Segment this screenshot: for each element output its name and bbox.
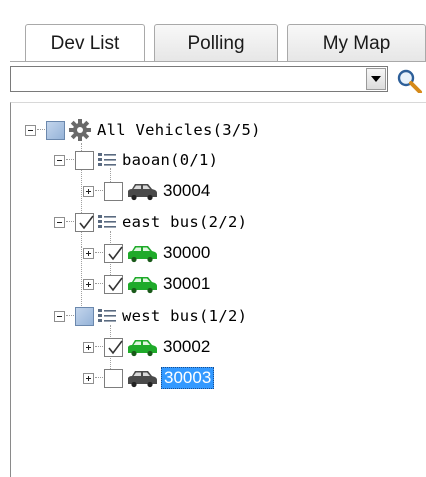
search-input[interactable] xyxy=(10,66,388,92)
expand-icon[interactable] xyxy=(83,341,94,353)
group-label: west bus(1/2) xyxy=(122,307,248,325)
checkmark-icon xyxy=(79,215,94,229)
expand-icon[interactable] xyxy=(83,372,94,384)
search-bar xyxy=(10,66,426,93)
tree-connector xyxy=(95,252,103,254)
tree-connector xyxy=(66,315,74,317)
expand-icon[interactable] xyxy=(83,185,94,197)
group-checkbox[interactable] xyxy=(75,306,94,326)
list-icon xyxy=(98,215,116,228)
collapse-icon[interactable] xyxy=(25,124,36,136)
tree-group-baoan[interactable]: baoan(0/1) xyxy=(54,145,218,175)
tree-connector xyxy=(66,221,74,223)
list-icon xyxy=(98,309,116,322)
tree-connector xyxy=(66,159,74,161)
list-icon xyxy=(98,153,116,166)
search-dropdown-button[interactable] xyxy=(366,68,386,90)
collapse-icon[interactable] xyxy=(54,216,65,228)
expand-icon[interactable] xyxy=(83,247,94,259)
group-label: baoan(0/1) xyxy=(122,151,219,169)
tree-connector xyxy=(37,129,45,131)
tree-vehicle-30004[interactable]: 30004 xyxy=(83,176,210,206)
root-checkbox[interactable] xyxy=(46,120,65,140)
tree-connector xyxy=(95,190,103,192)
group-checkbox[interactable] xyxy=(75,150,94,170)
car-offline-icon xyxy=(128,371,157,388)
tree-connector xyxy=(95,346,103,348)
vehicle-label: 30004 xyxy=(163,181,211,200)
checkmark-icon xyxy=(108,340,123,354)
search-icon[interactable] xyxy=(394,67,426,93)
vehicle-label: 30002 xyxy=(163,337,211,356)
group-checkbox[interactable] xyxy=(75,212,94,232)
car-offline-icon xyxy=(128,184,157,201)
tree-root-node[interactable]: All Vehicles(3/5) xyxy=(25,115,261,145)
collapse-icon[interactable] xyxy=(54,154,65,166)
car-online-icon xyxy=(128,246,157,263)
car-online-icon xyxy=(128,277,157,294)
group-label: east bus(2/2) xyxy=(122,213,248,231)
vehicle-checkbox[interactable] xyxy=(104,243,123,263)
tree-connector xyxy=(95,283,103,285)
vehicle-label: 30000 xyxy=(163,243,211,262)
checkmark-icon xyxy=(108,246,123,260)
tree-vehicle-30003[interactable]: 30003 xyxy=(83,363,215,393)
tab-dev-list[interactable]: Dev List xyxy=(25,24,145,62)
tab-polling[interactable]: Polling xyxy=(154,24,278,62)
collapse-icon[interactable] xyxy=(54,310,65,322)
tree-vehicle-30000[interactable]: 30000 xyxy=(83,238,210,268)
tree-connector xyxy=(95,377,103,379)
tree-vehicle-30002[interactable]: 30002 xyxy=(83,332,210,362)
tree-vehicle-30001[interactable]: 30001 xyxy=(83,269,210,299)
gear-icon xyxy=(69,119,91,141)
vehicle-label: 30001 xyxy=(163,274,211,293)
device-tree: All Vehicles(3/5) baoan(0/1) 30004 east … xyxy=(10,102,426,477)
vehicle-checkbox[interactable] xyxy=(104,181,123,201)
expand-icon[interactable] xyxy=(83,278,94,290)
checkmark-icon xyxy=(108,277,123,291)
car-online-icon xyxy=(128,340,157,357)
tree-group-east-bus[interactable]: east bus(2/2) xyxy=(54,207,247,237)
tab-my-map[interactable]: My Map xyxy=(287,24,426,62)
vehicle-label-selected: 30003 xyxy=(161,367,215,389)
tab-divider xyxy=(10,61,426,62)
tab-polling-label: Polling xyxy=(187,32,245,54)
vehicle-checkbox[interactable] xyxy=(104,337,123,357)
chevron-down-icon xyxy=(371,76,381,82)
tab-dev-list-label: Dev List xyxy=(50,32,120,54)
tree-group-west-bus[interactable]: west bus(1/2) xyxy=(54,301,247,331)
tab-my-map-label: My Map xyxy=(322,32,391,54)
vehicle-checkbox[interactable] xyxy=(104,274,123,294)
vehicle-checkbox[interactable] xyxy=(104,368,123,388)
root-label: All Vehicles(3/5) xyxy=(97,121,261,139)
